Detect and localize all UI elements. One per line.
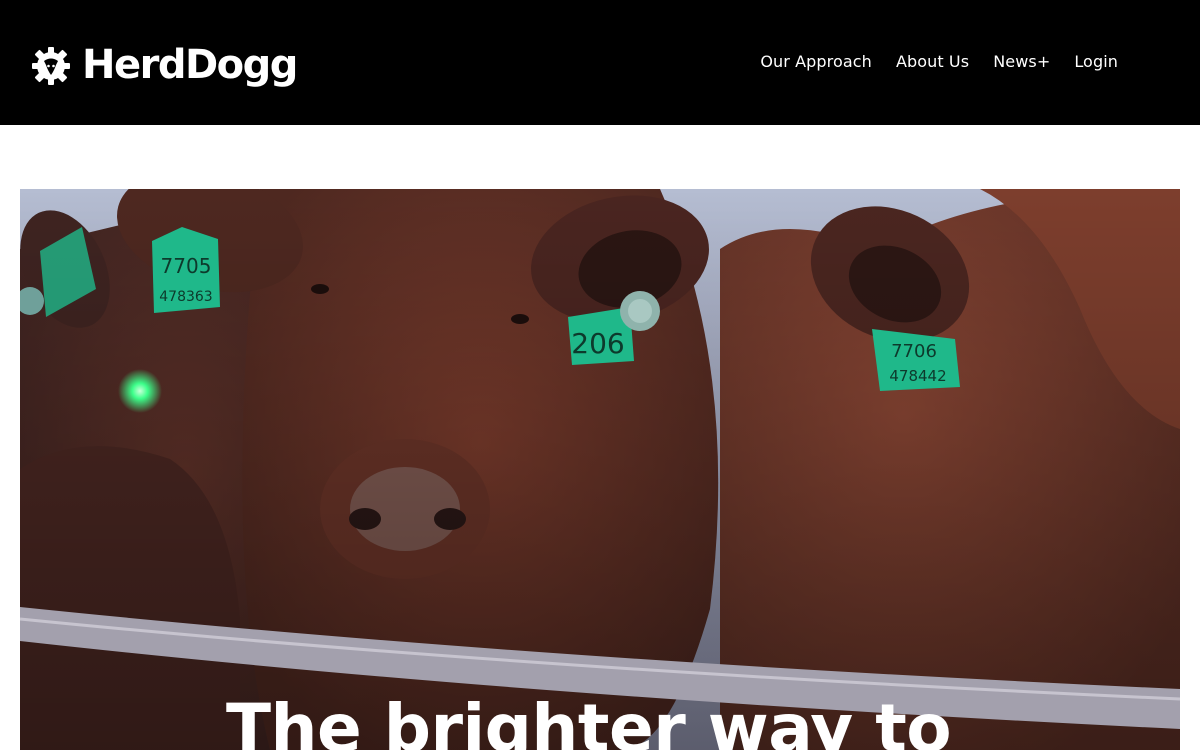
main-nav: Our Approach About Us News+ Login — [760, 50, 1118, 74]
svg-text:7706: 7706 — [891, 341, 937, 362]
nav-news[interactable]: News+ — [993, 50, 1050, 74]
svg-text:7705: 7705 — [161, 254, 212, 278]
hero-section: 7705 478363 206 7706 478442 The brighter… — [20, 189, 1180, 750]
nav-login[interactable]: Login — [1074, 50, 1118, 74]
svg-text:206: 206 — [571, 327, 624, 360]
gear-cow-icon — [32, 47, 70, 85]
top-navigation-bar: HerdDogg Our Approach About Us News+ Log… — [0, 0, 1200, 125]
hero-heading: The brighter way to — [226, 690, 952, 750]
herddogg-logo[interactable]: HerdDogg — [30, 40, 298, 92]
svg-text:478442: 478442 — [889, 367, 946, 385]
hero-cattle-image: 7705 478363 206 7706 478442 — [20, 189, 1180, 750]
svg-text:478363: 478363 — [159, 289, 212, 305]
nav-our-approach[interactable]: Our Approach — [760, 50, 872, 74]
nav-about-us[interactable]: About Us — [896, 50, 969, 74]
brand-name: HerdDogg — [82, 42, 298, 88]
